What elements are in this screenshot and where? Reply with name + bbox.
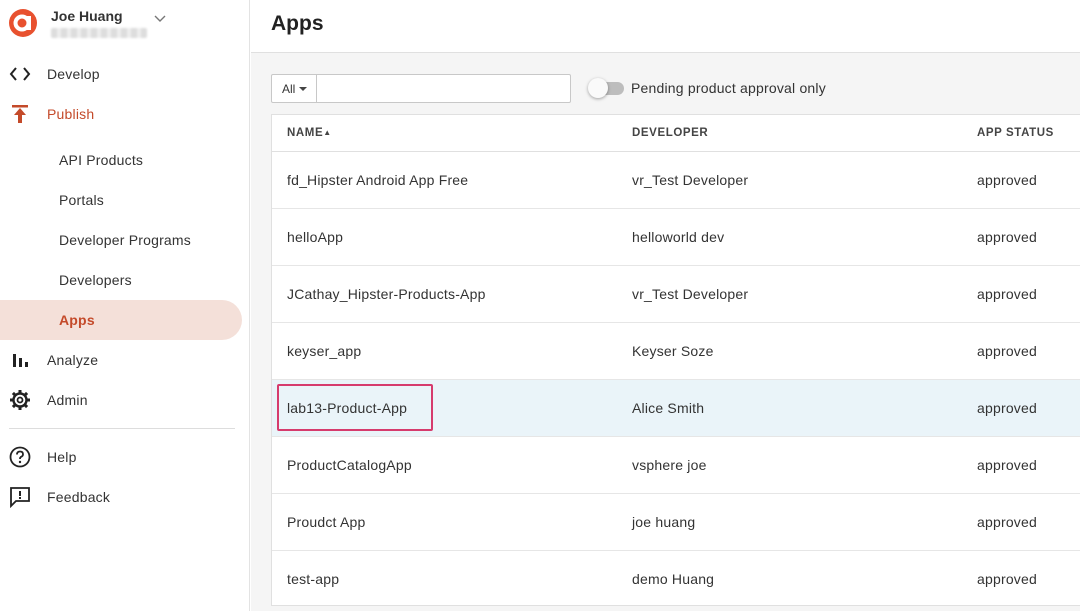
table-row[interactable]: ProductCatalogApp vsphere joe approved	[272, 437, 1080, 494]
column-header-name[interactable]: NAME▲	[287, 127, 332, 139]
user-email-redacted	[51, 28, 147, 38]
help-icon	[9, 446, 31, 468]
nav-develop[interactable]: Develop	[0, 54, 250, 94]
app-name-cell: helloApp	[287, 229, 344, 245]
nav-publish-label: Publish	[47, 106, 95, 122]
filter-select[interactable]: All	[271, 74, 317, 103]
sidebar-item-developers[interactable]: Developers	[0, 260, 242, 300]
status-cell: approved	[977, 172, 1037, 188]
publish-icon	[9, 103, 31, 125]
search-input[interactable]	[317, 74, 571, 103]
nav-analyze[interactable]: Analyze	[0, 340, 250, 380]
bar-chart-icon	[9, 349, 31, 371]
status-cell: approved	[977, 343, 1037, 359]
table-row[interactable]: Proudct App joe huang approved	[272, 494, 1080, 551]
main-content: Apps All Pending product approval only N…	[251, 0, 1080, 611]
table-row[interactable]: JCathay_Hipster-Products-App vr_Test Dev…	[272, 266, 1080, 323]
developer-cell: vr_Test Developer	[632, 286, 749, 302]
status-cell: approved	[977, 400, 1037, 416]
developer-cell: Keyser Soze	[632, 343, 714, 359]
nav-help[interactable]: Help	[0, 437, 250, 477]
nav-publish[interactable]: Publish	[0, 94, 250, 134]
sidebar-item-label: Developer Programs	[59, 232, 191, 248]
sidebar-item-portals[interactable]: Portals	[0, 180, 242, 220]
apps-table: NAME▲ DEVELOPER APP STATUS fd_Hipster An…	[271, 114, 1080, 606]
nav-admin[interactable]: Admin	[0, 380, 250, 420]
table-row[interactable]: keyser_app Keyser Soze approved	[272, 323, 1080, 380]
table-row[interactable]: helloApp helloworld dev approved	[272, 209, 1080, 266]
sidebar-item-label: API Products	[59, 152, 144, 168]
developer-cell: joe huang	[632, 514, 696, 530]
table-row[interactable]: fd_Hipster Android App Free vr_Test Deve…	[272, 152, 1080, 209]
nav-analyze-label: Analyze	[47, 352, 99, 368]
developer-cell: helloworld dev	[632, 229, 725, 245]
app-name-cell: lab13-Product-App	[287, 400, 408, 416]
developer-cell: Alice Smith	[632, 400, 705, 416]
status-cell: approved	[977, 571, 1037, 587]
developer-cell: demo Huang	[632, 571, 715, 587]
sidebar-item-developer-programs[interactable]: Developer Programs	[0, 220, 242, 260]
developer-cell: vsphere joe	[632, 457, 707, 473]
sidebar-item-label: Developers	[59, 272, 132, 288]
column-header-developer[interactable]: DEVELOPER	[632, 127, 708, 139]
nav-feedback-label: Feedback	[47, 489, 111, 505]
caret-down-icon	[299, 86, 308, 91]
nav-feedback[interactable]: Feedback	[0, 477, 250, 517]
feedback-icon	[9, 486, 31, 508]
user-menu[interactable]: Joe Huang	[0, 0, 250, 52]
app-name-cell: JCathay_Hipster-Products-App	[287, 286, 486, 302]
app-name-cell: keyser_app	[287, 343, 362, 359]
user-name: Joe Huang	[51, 8, 123, 24]
apigee-logo-icon	[9, 9, 37, 37]
column-header-name-label: NAME	[287, 127, 324, 139]
sidebar: Joe Huang Develop Publish API Products P…	[0, 0, 250, 611]
sidebar-item-label: Portals	[59, 192, 104, 208]
sidebar-item-label: Apps	[59, 312, 95, 328]
sidebar-divider	[9, 428, 235, 429]
nav-develop-label: Develop	[47, 66, 100, 82]
chevron-down-icon[interactable]	[153, 14, 167, 24]
developer-cell: vr_Test Developer	[632, 172, 749, 188]
pending-approval-toggle[interactable]	[588, 78, 624, 98]
app-name-cell: fd_Hipster Android App Free	[287, 172, 469, 188]
column-header-app-status[interactable]: APP STATUS	[977, 127, 1054, 139]
sort-ascending-icon: ▲	[323, 128, 332, 137]
app-name-cell: Proudct App	[287, 514, 366, 530]
status-cell: approved	[977, 457, 1037, 473]
nav-admin-label: Admin	[47, 392, 88, 408]
page-title: Apps	[271, 12, 324, 35]
toggle-knob	[588, 78, 608, 98]
pending-approval-label: Pending product approval only	[631, 80, 826, 96]
sidebar-item-apps[interactable]: Apps	[0, 300, 242, 340]
table-header: NAME▲ DEVELOPER APP STATUS	[272, 115, 1080, 152]
code-icon	[9, 63, 31, 85]
filter-select-value: All	[282, 81, 296, 96]
gear-icon	[9, 389, 31, 411]
sidebar-item-api-products[interactable]: API Products	[0, 140, 242, 180]
nav-help-label: Help	[47, 449, 77, 465]
page-header: Apps	[251, 0, 1080, 53]
table-row-highlighted[interactable]: lab13-Product-App Alice Smith approved	[272, 380, 1080, 437]
status-cell: approved	[977, 229, 1037, 245]
app-name-cell: test-app	[287, 571, 340, 587]
app-name-cell: ProductCatalogApp	[287, 457, 412, 473]
status-cell: approved	[977, 514, 1037, 530]
table-row[interactable]: test-app demo Huang approved	[272, 551, 1080, 608]
status-cell: approved	[977, 286, 1037, 302]
